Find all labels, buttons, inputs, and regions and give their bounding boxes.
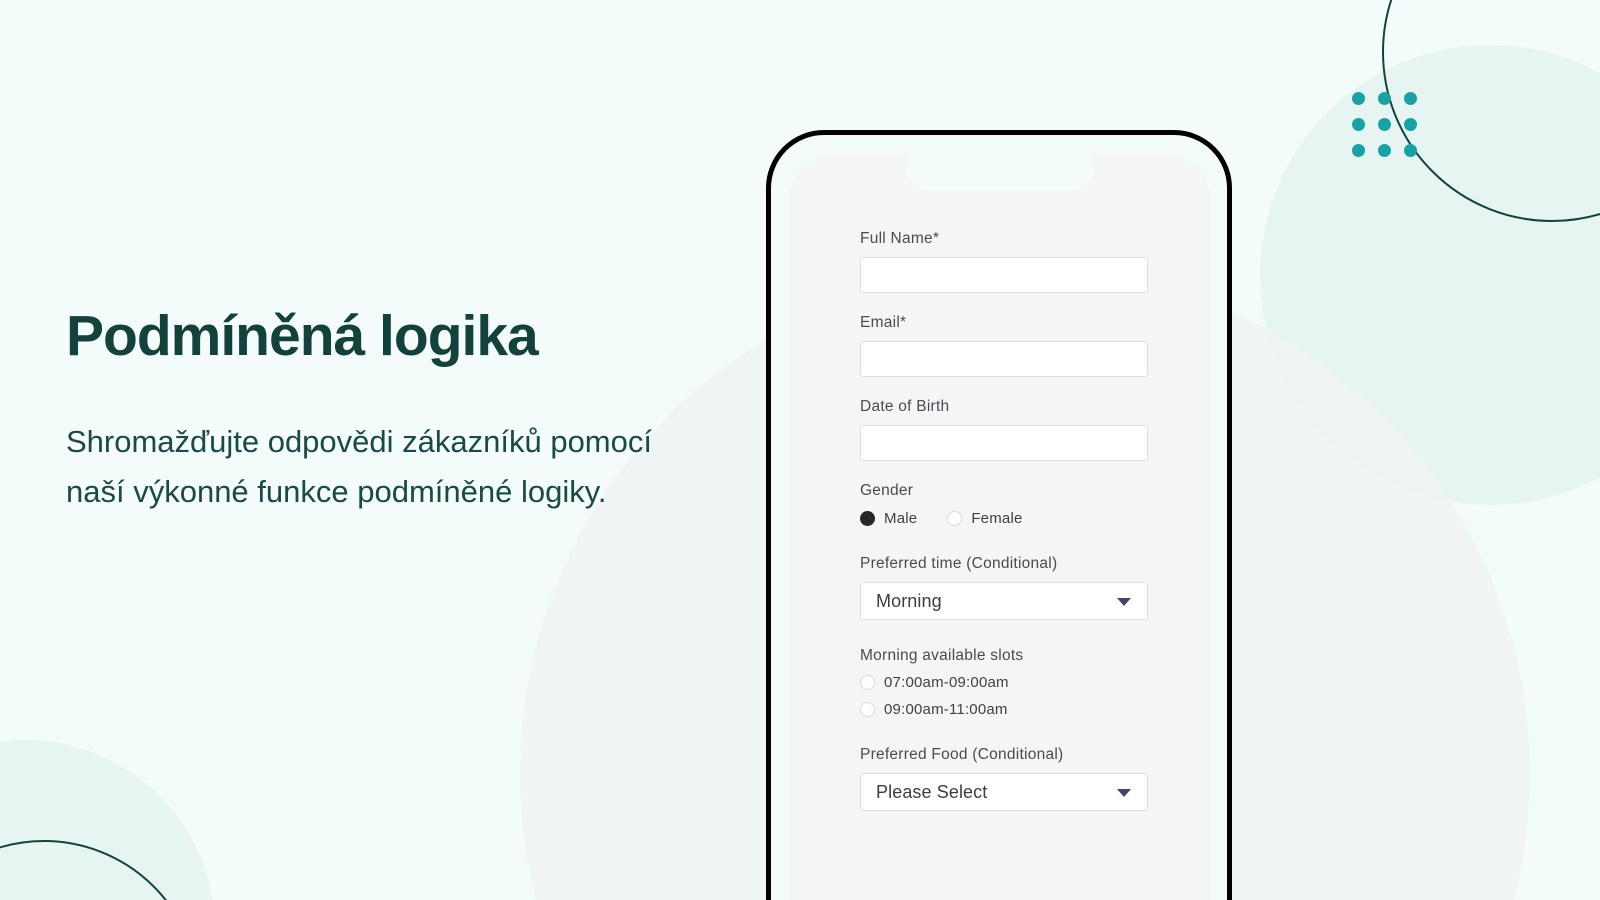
radio-icon[interactable] — [860, 702, 875, 717]
radio-label: 09:00am-11:00am — [884, 701, 1008, 718]
dot-grid-decoration — [1352, 92, 1417, 157]
grid-dot — [1352, 118, 1365, 131]
field-gender: Gender Male Female — [860, 482, 1148, 527]
grid-dot — [1378, 118, 1391, 131]
radio-label: Male — [884, 510, 918, 527]
field-preferred-time: Preferred time (Conditional) Morning — [860, 555, 1148, 620]
gender-option-female[interactable]: Female — [947, 510, 1022, 527]
phone-screen: Full Name* Email* Date of Birth Gender M… — [790, 156, 1210, 900]
field-label: Preferred time (Conditional) — [860, 555, 1058, 572]
field-full-name: Full Name* — [860, 230, 1148, 293]
page-subtitle: Shromažďujte odpovědi zákazníků pomocí n… — [66, 423, 652, 510]
grid-dot — [1352, 144, 1365, 157]
grid-dot — [1404, 92, 1417, 105]
page-title: Podmíněná logika — [66, 304, 539, 368]
slot-option-2[interactable]: 09:00am-11:00am — [860, 701, 1148, 718]
radio-icon[interactable] — [947, 511, 963, 526]
grid-dot — [1404, 144, 1417, 157]
chevron-down-icon[interactable] — [1117, 789, 1131, 797]
grid-dot — [1378, 92, 1391, 105]
phone-mockup: Full Name* Email* Date of Birth Gender M… — [766, 130, 1232, 900]
grid-dot — [1404, 118, 1417, 131]
mint-circle-bottom-left — [0, 740, 215, 900]
radio-icon[interactable] — [860, 511, 875, 526]
field-label: Gender — [860, 482, 914, 499]
email-input[interactable] — [860, 341, 1148, 377]
field-label: Morning available slots — [860, 647, 1024, 664]
date-of-birth-input[interactable] — [860, 425, 1148, 461]
grid-dot — [1352, 92, 1365, 105]
outline-circle-top-right — [1382, 0, 1600, 222]
conditional-logic-form: Full Name* Email* Date of Birth Gender M… — [860, 230, 1148, 832]
field-preferred-food: Preferred Food (Conditional) Please Sele… — [860, 746, 1148, 811]
radio-icon[interactable] — [860, 675, 875, 690]
field-date-of-birth: Date of Birth — [860, 398, 1148, 461]
grid-dot — [1378, 144, 1391, 157]
gender-radio-group: Male Female — [860, 510, 1148, 527]
phone-notch — [907, 156, 1093, 191]
field-label: Date of Birth — [860, 398, 950, 415]
mint-circle-top-right — [1260, 45, 1600, 505]
select-value: Morning — [876, 590, 942, 611]
select-value: Please Select — [876, 781, 988, 802]
preferred-time-select[interactable]: Morning — [860, 582, 1148, 620]
gender-option-male[interactable]: Male — [860, 510, 917, 527]
field-label: Full Name* — [860, 230, 940, 247]
radio-label: 07:00am-09:00am — [884, 674, 1009, 691]
chevron-down-icon[interactable] — [1117, 598, 1131, 606]
copy-block: Podmíněná logika Shromažďujte odpovědi z… — [66, 304, 726, 517]
field-email: Email* — [860, 314, 1148, 377]
preferred-food-select[interactable]: Please Select — [860, 773, 1148, 811]
outline-circle-bottom-left — [0, 840, 200, 900]
full-name-input[interactable] — [860, 257, 1148, 293]
slide-canvas: Podmíněná logika Shromažďujte odpovědi z… — [0, 0, 1600, 900]
field-label: Email* — [860, 314, 907, 331]
slot-option-1[interactable]: 07:00am-09:00am — [860, 674, 1148, 691]
field-morning-slots: Morning available slots 07:00am-09:00am … — [860, 647, 1148, 718]
radio-label: Female — [971, 510, 1023, 527]
field-label: Preferred Food (Conditional) — [860, 746, 1064, 763]
